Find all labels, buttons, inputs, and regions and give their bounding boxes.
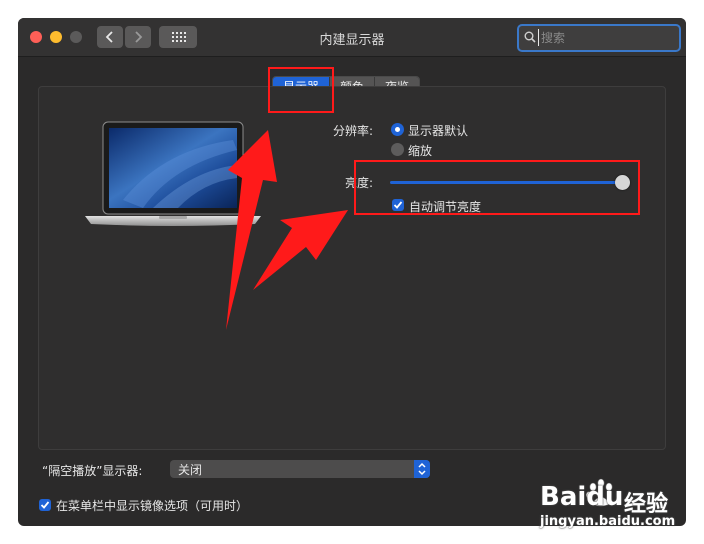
annotation-arrow-right-icon <box>253 210 348 290</box>
watermark-url: jingyan.baidu.com <box>540 514 676 529</box>
baidu-jingyan-watermark: Baidu 经验 jingyan.baidu.com <box>540 478 700 532</box>
watermark-brand: Baidu <box>540 482 624 512</box>
annotation-arrow-up-icon <box>226 130 277 330</box>
annotation-arrows <box>226 130 348 330</box>
